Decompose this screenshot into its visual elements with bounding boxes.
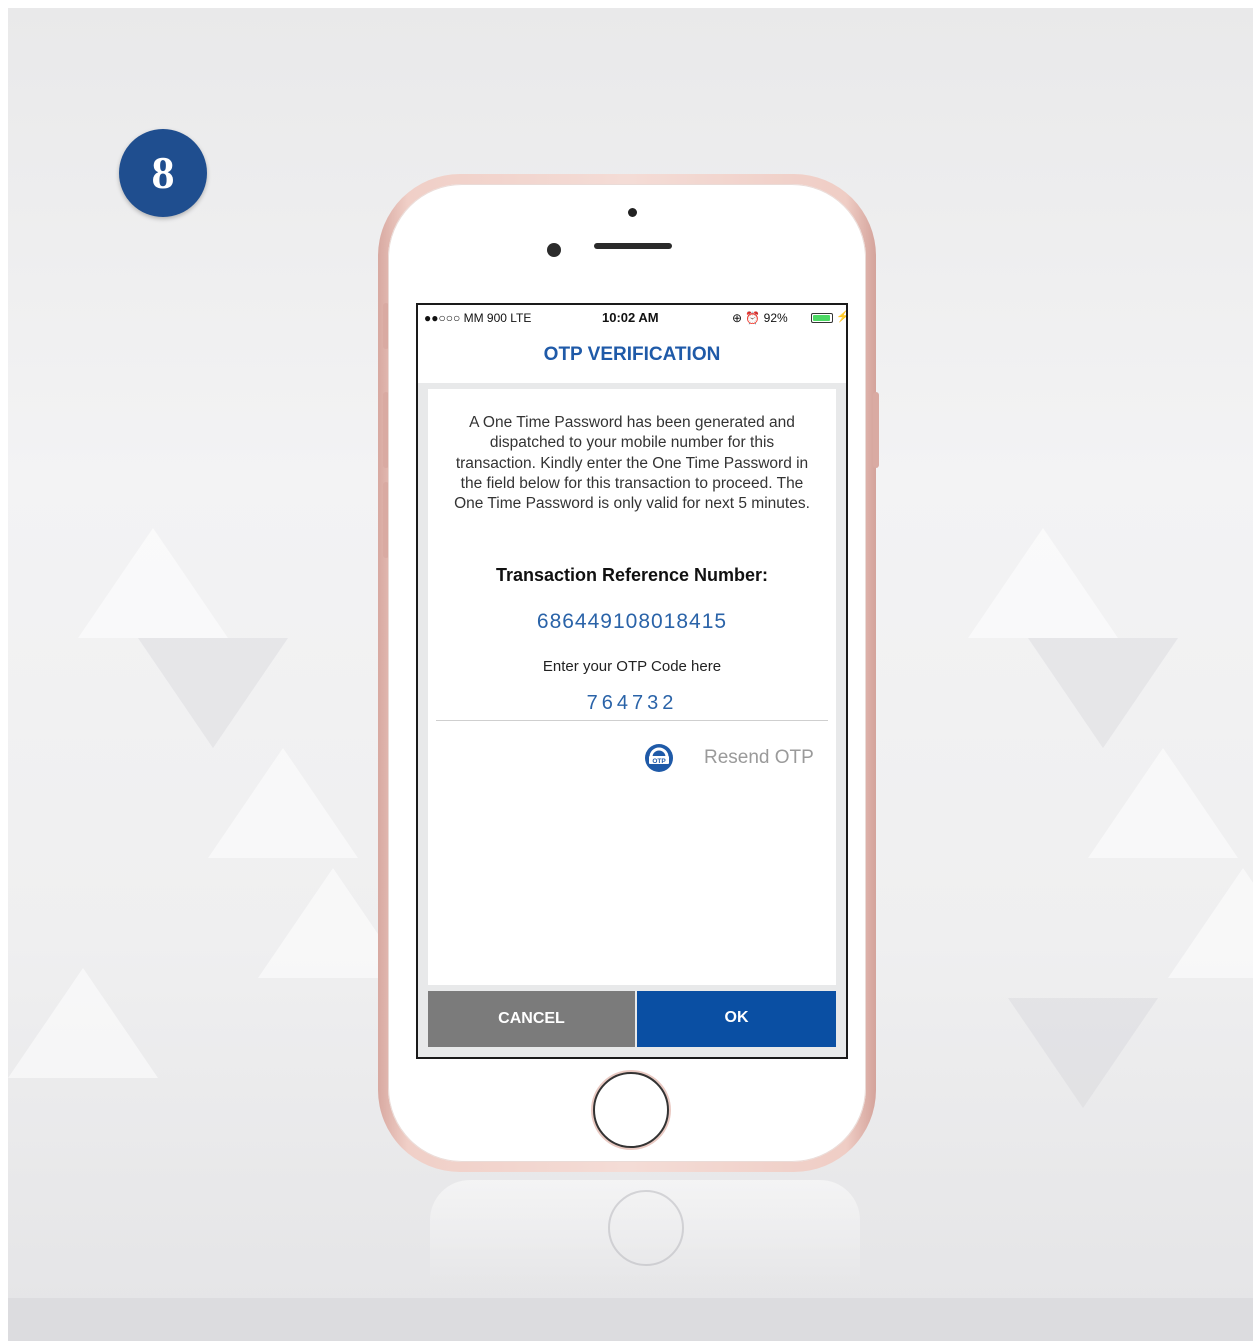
background-triangle	[1008, 998, 1158, 1108]
floor-strip	[8, 1298, 1253, 1341]
status-bar: ●●○○○ MM 900 LTE 10:02 AM ⊕ ⏰ 92% ⚡	[418, 305, 846, 331]
background-triangle	[1088, 748, 1238, 858]
earpiece-speaker	[594, 243, 672, 249]
carrier-signal: ●●○○○ MM 900 LTE	[424, 311, 532, 325]
battery-icon	[811, 313, 833, 323]
otp-lock-icon[interactable]: OTP	[644, 743, 674, 773]
home-button-reflection	[608, 1190, 684, 1266]
charging-icon: ⚡	[836, 310, 846, 323]
front-camera	[628, 208, 637, 217]
otp-card: A One Time Password has been generated a…	[428, 389, 836, 985]
phone-power-button	[873, 392, 879, 468]
home-button[interactable]	[593, 1072, 669, 1148]
page-title: OTP VERIFICATION	[418, 331, 846, 383]
battery-level	[813, 315, 830, 321]
status-indicators: ⊕ ⏰ 92%	[732, 311, 788, 325]
reference-number-value: 686449108018415	[536, 610, 728, 633]
cancel-button[interactable]: CANCEL	[428, 991, 635, 1047]
background-triangle	[138, 638, 288, 748]
resend-otp-link[interactable]: Resend OTP	[704, 747, 814, 769]
step-number-badge: 8	[119, 129, 207, 217]
background-triangle	[1168, 868, 1253, 978]
otp-icon-text: OTP	[652, 758, 666, 765]
background-triangle	[8, 968, 158, 1078]
otp-input[interactable]	[436, 687, 828, 721]
background-triangle	[1028, 638, 1178, 748]
status-time: 10:02 AM	[602, 310, 659, 325]
phone-screen: ●●○○○ MM 900 LTE 10:02 AM ⊕ ⏰ 92% ⚡ OTP …	[416, 303, 848, 1059]
otp-instructions: A One Time Password has been generated a…	[454, 414, 810, 513]
proximity-sensor	[547, 243, 561, 257]
ok-button[interactable]: OK	[637, 991, 836, 1047]
background-triangle	[208, 748, 358, 858]
background-triangle	[78, 528, 228, 638]
otp-input-label: Enter your OTP Code here	[542, 658, 722, 675]
reference-number-label: Transaction Reference Number:	[495, 565, 769, 585]
background-triangle	[968, 528, 1118, 638]
